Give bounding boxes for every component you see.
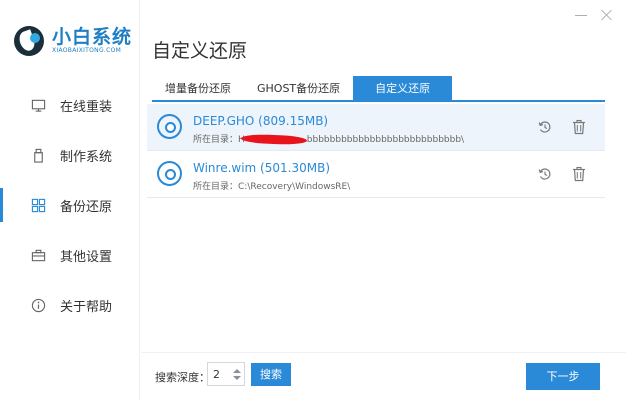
tab-bar: 增量备份还原 GHOST备份还原 自定义还原 xyxy=(152,76,605,102)
sidebar-item-about-help[interactable]: 关于帮助 xyxy=(0,280,140,330)
brand-title: 小白系统 xyxy=(52,26,133,48)
search-depth-label: 搜索深度： xyxy=(155,371,210,384)
monitor-icon xyxy=(30,97,46,113)
sidebar-item-label: 备份还原 xyxy=(60,199,113,215)
file-path: 所在目录：H bbbbbbbbbbbbbbbbbbbbbbbbbbb\ xyxy=(193,132,464,145)
sidebar-item-other-settings[interactable]: 其他设置 xyxy=(0,230,140,280)
decrement-arrow-icon[interactable] xyxy=(233,375,241,380)
logo: 小白系统 XIAOBAIXITONG.COM xyxy=(14,26,132,56)
file-name: Winre.wim (501.30MB) xyxy=(193,161,330,175)
tab-custom-restore[interactable]: 自定义还原 xyxy=(353,76,453,102)
file-list: DEEP.GHO (809.15MB) 所在目录：H bbbbbbbbbbbbbb… xyxy=(147,104,605,198)
window-controls xyxy=(574,8,614,22)
list-item[interactable]: DEEP.GHO (809.15MB) 所在目录：H bbbbbbbbbbbbbb… xyxy=(147,104,605,151)
path-label: 所在目录： xyxy=(193,135,239,145)
minimize-icon[interactable] xyxy=(574,8,588,22)
info-icon xyxy=(30,297,46,313)
sidebar-item-label: 其他设置 xyxy=(60,249,113,265)
path-value: C:\Recovery\WindowsRE\ xyxy=(238,182,351,192)
close-icon[interactable] xyxy=(600,8,614,22)
path-label: 所在目录： xyxy=(193,182,239,192)
restore-icon[interactable] xyxy=(537,119,553,135)
search-depth-value[interactable]: 2 xyxy=(208,368,230,381)
logo-icon xyxy=(14,26,44,56)
sidebar-item-backup-restore[interactable]: 备份还原 xyxy=(0,180,140,230)
sidebar-item-make-system[interactable]: 制作系统 xyxy=(0,130,140,180)
file-name: DEEP.GHO (809.15MB) xyxy=(193,114,329,128)
usb-drive-icon xyxy=(30,147,46,163)
sidebar-item-label: 制作系统 xyxy=(60,149,113,165)
next-step-button[interactable]: 下一步 xyxy=(526,363,600,390)
search-depth-stepper[interactable]: 2 xyxy=(207,362,245,386)
tab-ghost-backup[interactable]: GHOST备份还原 xyxy=(244,76,353,102)
brand-subtitle: XIAOBAIXITONG.COM xyxy=(52,47,122,54)
trash-icon[interactable] xyxy=(571,166,587,182)
sidebar: 小白系统 XIAOBAIXITONG.COM 在线重装 制作系统 备份还原 其他… xyxy=(0,0,140,400)
briefcase-icon xyxy=(30,247,46,263)
file-path: 所在目录：C:\Recovery\WindowsRE\ xyxy=(193,179,350,192)
disc-icon xyxy=(157,114,182,139)
search-button[interactable]: 搜索 xyxy=(251,363,291,386)
page-title: 自定义还原 xyxy=(152,40,248,62)
trash-icon[interactable] xyxy=(571,119,587,135)
sidebar-item-label: 在线重装 xyxy=(60,99,113,115)
redaction-mark xyxy=(245,137,307,143)
grid-icon xyxy=(30,197,46,213)
sidebar-item-online-reinstall[interactable]: 在线重装 xyxy=(0,80,140,130)
increment-arrow-icon[interactable] xyxy=(233,368,241,373)
sidebar-nav: 在线重装 制作系统 备份还原 其他设置 关于帮助 xyxy=(0,80,140,330)
path-value: bbbbbbbbbbbbbbbbbbbbbbbbbbb\ xyxy=(306,135,465,145)
footer-divider xyxy=(141,352,626,353)
list-item[interactable]: Winre.wim (501.30MB) 所在目录：C:\Recovery\Wi… xyxy=(147,151,605,198)
tab-incremental-backup[interactable]: 增量备份还原 xyxy=(152,76,244,102)
sidebar-item-label: 关于帮助 xyxy=(60,299,113,315)
restore-icon[interactable] xyxy=(537,166,553,182)
disc-icon xyxy=(157,161,182,186)
